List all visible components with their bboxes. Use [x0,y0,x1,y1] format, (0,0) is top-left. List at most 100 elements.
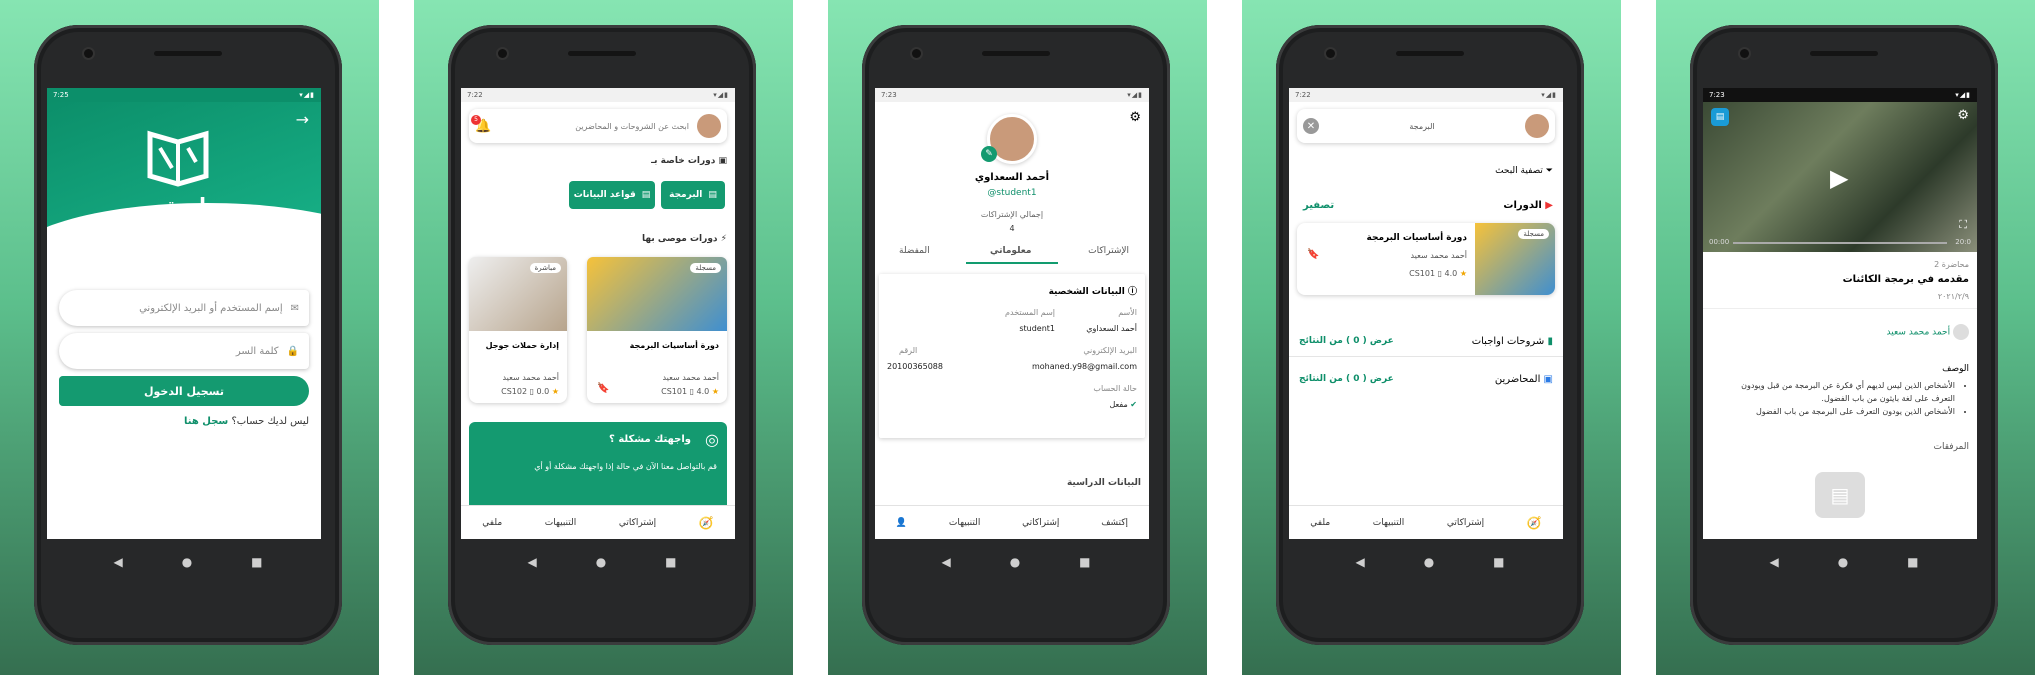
compass-icon[interactable]: 🧭 [1527,516,1542,530]
presenter-icon: ▣ [1540,374,1553,385]
nav-subscriptions[interactable]: إشتراكاتي [1447,518,1484,528]
status-label: حالة الحساب [1093,384,1137,393]
course-thumbnail: مباشرة [469,257,567,331]
subs-count: 4 [1009,224,1015,233]
recents-icon[interactable]: ■ [1493,555,1504,569]
show-results-lecturers[interactable]: عرض ( 0 ) من النتائج [1299,374,1394,384]
home-icon[interactable]: ● [182,555,192,569]
nav-notifications[interactable]: التنبيهات [949,518,980,528]
arrow-right-icon[interactable]: → [296,110,309,129]
tab-my-info[interactable]: معلوماتي [990,246,1031,256]
profile-name: أحمد السعداوي [974,172,1050,183]
recents-icon[interactable]: ■ [1907,555,1918,569]
course-card[interactable]: مسجلة دورة أساسيات البرمجة أحمد محمد سعي… [587,257,727,403]
search-bar[interactable]: ✕ البرمجة [1297,109,1555,143]
search-value: البرمجة [1409,121,1435,131]
recents-icon[interactable]: ■ [665,555,676,569]
compass-icon[interactable]: 🧭 [699,516,714,530]
nav-notifications[interactable]: التنبيهات [1373,518,1404,528]
bookmark-icon[interactable]: 🔖 [1307,249,1319,260]
back-icon[interactable]: ◀ [941,555,950,569]
home-icon[interactable]: ● [1424,555,1434,569]
star-icon: ★ [549,387,559,396]
bookmark-icon[interactable]: 🔖 [597,383,609,394]
course-meta: ★ 0.0 ▯ CS102 [501,387,559,396]
chip-databases[interactable]: قواعد البيانات ▤ [569,181,655,209]
result-card[interactable]: مسجلة دورة أساسيات البرمجة أحمد محمد سعي… [1297,223,1555,295]
status-value-text: مفعل [1109,400,1128,409]
video-time-right: 20:0 [1955,238,1971,246]
bell-icon[interactable]: 🔔 5 [471,114,491,134]
back-icon[interactable]: ◀ [527,555,536,569]
edit-icon[interactable]: ✎ [981,146,997,162]
video-player[interactable]: ▤ ⚙ ▶ ⛶ 00:00 20:0 [1703,102,1977,252]
nav-profile[interactable]: ملفي [1310,518,1330,528]
help-banner[interactable]: واجهتك مشكلة ؟ ◎ قم بالتواصل معنا الآن ف… [469,422,727,512]
desc-item: الأشخاص الذين يودون التعرف على البرمجة م… [1720,406,1955,419]
status-bar: 7:23 ▾◢▮ [1703,88,1977,102]
login-screen: 7:25 ▾◢▮ → جامعتي إسم المستخدم أو البريد… [47,88,321,539]
lecture-title: مقدمه في برمجة الكائنات [1842,274,1969,285]
back-icon[interactable]: ◀ [1769,555,1778,569]
signup-text: ليس لديك حساب؟ [231,416,309,427]
phone-label: الرقم [899,346,918,355]
course-title: إدارة حملات جوجل [485,341,559,350]
attachment-file-icon[interactable]: ▤ [1815,472,1865,518]
back-icon[interactable]: ◀ [1355,555,1364,569]
name-value: أحمد السعداوي [1086,324,1137,333]
username-field[interactable]: إسم المستخدم أو البريد الإلكتروني ✉ [59,290,309,326]
tab-favorites[interactable]: المفضلة [899,246,930,256]
camera [1740,49,1749,58]
status-icons: ▾◢▮ [713,91,729,99]
home-icon[interactable]: ● [1838,555,1848,569]
tab-subscriptions[interactable]: الإشتراكات [1088,246,1129,256]
username-value: student1 [1019,324,1055,333]
course-title: دورة أساسيات البرمجة [1366,233,1468,243]
subs-label: إجمالي الإشتراكات [980,210,1044,219]
course-card[interactable]: مباشرة إدارة حملات جوجل أحمد محمد سعيد ★… [469,257,567,403]
nav-notifications[interactable]: التنبيهات [545,518,576,528]
folder-icon: ▣ [715,156,727,166]
email-value: mohaned.y98@gmail.com [1031,362,1137,371]
special-courses-heading: ▣ دورات خاصة بـ [651,156,727,166]
instructor-name: أحمد محمد سعيد [1886,327,1951,338]
clear-icon[interactable]: ✕ [1303,118,1319,134]
speaker [568,51,636,56]
nav-discover[interactable]: إكتشف [1101,518,1128,528]
phone-frame: 7:22 ▾◢▮ 🔔 5 ابحث عن الشروحات و المحاضرين… [448,25,756,645]
settings-gear-icon[interactable]: ⚙ [1957,108,1969,123]
course-thumbnail: مسجلة [1475,223,1555,295]
fullscreen-icon[interactable]: ⛶ [1959,218,1967,232]
home-icon[interactable]: ● [1010,555,1020,569]
section-title-text: البيانات الشخصية [1048,287,1125,297]
password-field[interactable]: كلمة السر 🔒 [59,333,309,369]
instructor-row[interactable]: أحمد محمد سعيد [1887,324,1969,340]
video-time-left: 00:00 [1709,238,1730,246]
home-screen: 7:22 ▾◢▮ 🔔 5 ابحث عن الشروحات و المحاضرين… [461,88,735,539]
signup-link[interactable]: سجل هنا [184,416,228,427]
status-time: 7:22 [467,91,483,99]
nav-subscriptions[interactable]: إشتراكاتي [619,518,656,528]
login-button[interactable]: تسجيل الدخول [59,376,309,406]
avatar[interactable] [697,114,721,138]
avatar[interactable] [1525,114,1549,138]
video-progress[interactable] [1733,242,1947,244]
play-icon[interactable]: ▶ [1830,164,1848,192]
recents-icon[interactable]: ■ [251,555,262,569]
recents-icon[interactable]: ■ [1079,555,1090,569]
course-rating: 0.0 [536,387,550,396]
settings-gear-icon[interactable]: ⚙ [1129,110,1141,125]
course-code: CS102 [501,387,528,396]
nav-profile[interactable]: ملفي [482,518,502,528]
home-icon[interactable]: ● [596,555,606,569]
user-icon[interactable]: 👤 [896,518,907,528]
back-icon[interactable]: ◀ [113,555,122,569]
reset-button[interactable]: تصفير [1303,200,1334,211]
screenshot-search: 7:22 ▾◢▮ ✕ البرمجة ⏷ تصفية البحث ▶ الدور… [1242,0,1621,675]
search-bar[interactable]: 🔔 5 ابحث عن الشروحات و المحاضرين [469,109,727,143]
nav-subscriptions[interactable]: إشتراكاتي [1022,518,1059,528]
chip-programming[interactable]: البرمجة ▤ [661,181,725,209]
divider [1703,308,1977,309]
show-results-homework[interactable]: عرض ( 0 ) من النتائج [1299,336,1394,346]
star-icon: ★ [1457,269,1467,278]
